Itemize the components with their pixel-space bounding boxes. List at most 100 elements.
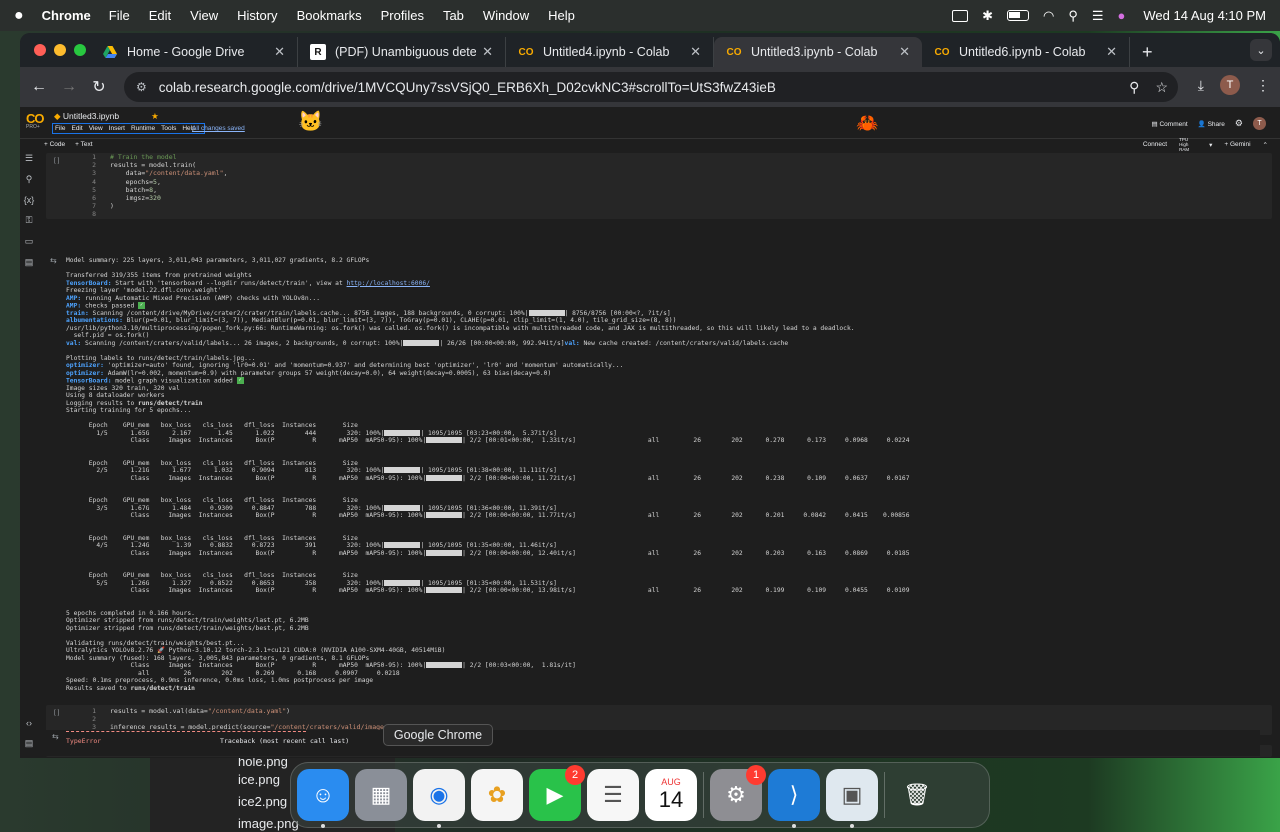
output-actions-icon[interactable]: ⇆: [52, 732, 59, 741]
menubar-item-profiles[interactable]: Profiles: [381, 8, 424, 23]
tensorboard-link[interactable]: http://localhost:6006/: [347, 280, 430, 287]
collapse-chevron-icon[interactable]: ⌃: [1263, 141, 1268, 149]
star-icon[interactable]: ★: [151, 111, 159, 121]
reminders-icon[interactable]: ☰: [587, 769, 639, 821]
url-text[interactable]: colab.research.google.com/drive/1MVCQUny…: [159, 80, 776, 95]
colab-avatar[interactable]: T: [1253, 117, 1266, 130]
code-line[interactable]: 7): [80, 202, 227, 210]
trash-icon[interactable]: 🗑: [891, 769, 943, 821]
settings-gear-icon[interactable]: ⚙: [1235, 118, 1243, 129]
search-icon[interactable]: ⚲: [26, 174, 33, 185]
connect-button[interactable]: Connect: [1143, 141, 1167, 148]
nb-menu-edit[interactable]: Edit: [71, 124, 82, 133]
close-tab-icon[interactable]: ✕: [482, 44, 493, 60]
close-tab-icon[interactable]: ✕: [1106, 44, 1117, 60]
system-settings-icon[interactable]: ⚙ 1: [710, 765, 766, 821]
close-tab-icon[interactable]: ✕: [274, 44, 285, 60]
chrome-icon[interactable]: ◉: [413, 769, 465, 828]
wifi-icon[interactable]: ◠: [1043, 8, 1054, 24]
nb-menu-file[interactable]: File: [55, 124, 65, 133]
menubar-clock[interactable]: Wed 14 Aug 4:10 PM: [1143, 8, 1266, 23]
chrome-menu-icon[interactable]: ⋮: [1256, 77, 1270, 94]
menubar-item-tab[interactable]: Tab: [443, 8, 464, 23]
battery-icon[interactable]: [1006, 10, 1029, 21]
comment-button[interactable]: ▤ Comment: [1152, 120, 1188, 128]
code-cell-train[interactable]: [ ] 1 # Train the model 2 results = model.t…: [46, 153, 1272, 219]
notebook-title[interactable]: ◆ Untitled3.ipynb ★: [54, 111, 159, 122]
display-icon[interactable]: [952, 9, 969, 22]
site-info-icon[interactable]: ⚙: [136, 80, 147, 94]
new-tab-button[interactable]: +: [1142, 37, 1153, 67]
menubar-item-file[interactable]: File: [109, 8, 130, 23]
apple-icon[interactable]: ●: [14, 7, 24, 25]
menubar-item-window[interactable]: Window: [483, 8, 529, 23]
share-button[interactable]: 👤 Share: [1198, 120, 1225, 128]
menubar-item-help[interactable]: Help: [548, 8, 575, 23]
runtime-dropdown-icon[interactable]: ▾: [1209, 141, 1212, 149]
close-tab-icon[interactable]: ✕: [899, 44, 910, 60]
menubar-item-history[interactable]: History: [237, 8, 277, 23]
tab-untitled4-colab[interactable]: CO Untitled4.ipynb - Colab ✕: [506, 37, 714, 67]
close-tab-icon[interactable]: ✕: [690, 44, 701, 60]
code-line[interactable]: 2: [80, 715, 439, 723]
files-folder-icon[interactable]: ▭: [25, 236, 34, 247]
tab-untitled6-colab[interactable]: CO Untitled6.ipynb - Colab ✕: [922, 37, 1130, 67]
back-button[interactable]: ←: [24, 78, 54, 96]
toc-icon[interactable]: ☰: [25, 153, 33, 164]
code-line[interactable]: 3 data="/content/data.yaml",: [80, 169, 227, 177]
bluetooth-icon[interactable]: ✱: [982, 8, 993, 24]
save-status-link[interactable]: All changes saved: [192, 125, 245, 132]
download-icon[interactable]: ⤓: [1198, 77, 1204, 94]
finder-icon[interactable]: ☺: [297, 769, 349, 828]
forward-button[interactable]: →: [54, 78, 84, 96]
colab-logo[interactable]: CO PRO+: [26, 111, 44, 130]
control-center-icon[interactable]: ☰: [1092, 8, 1104, 24]
command-palette-icon[interactable]: ▤: [25, 738, 34, 749]
profile-avatar[interactable]: T: [1220, 75, 1240, 95]
nb-menu-view[interactable]: View: [89, 124, 103, 133]
output-actions-icon[interactable]: ⇆: [50, 256, 57, 265]
code-line[interactable]: 5 batch=8,: [80, 186, 227, 194]
menubar-app-name[interactable]: Chrome: [42, 8, 91, 23]
photos-icon[interactable]: ✿: [471, 769, 523, 821]
code-line[interactable]: 6 imgsz=320: [80, 194, 227, 202]
code-snippets-icon[interactable]: ‹›: [26, 718, 32, 728]
close-window-button[interactable]: [34, 44, 46, 56]
tab-untitled3-colab[interactable]: CO Untitled3.ipynb - Colab ✕: [714, 37, 922, 67]
code-line[interactable]: 8: [80, 210, 227, 218]
notebook-name[interactable]: Untitled3.ipynb: [63, 111, 119, 121]
add-text-cell-button[interactable]: + Text: [75, 141, 92, 148]
spotlight-search-icon[interactable]: ⚲: [1068, 8, 1078, 24]
variables-icon[interactable]: {x}: [24, 195, 35, 205]
menubar-item-edit[interactable]: Edit: [149, 8, 171, 23]
vscode-icon[interactable]: ⟩: [768, 769, 820, 828]
add-code-cell-button[interactable]: + Code: [44, 141, 65, 148]
address-bar[interactable]: ⚙ colab.research.google.com/drive/1MVCQU…: [124, 72, 1178, 102]
minimize-window-button[interactable]: [54, 44, 66, 56]
tab-google-drive[interactable]: Home - Google Drive ✕: [90, 37, 298, 67]
zoom-icon[interactable]: ⚲: [1129, 79, 1139, 96]
nb-menu-insert[interactable]: Insert: [109, 124, 125, 133]
preview-icon[interactable]: ▣: [826, 769, 878, 828]
zoom-window-button[interactable]: [74, 44, 86, 56]
secrets-key-icon[interactable]: ⚿: [26, 215, 33, 226]
menubar-item-bookmarks[interactable]: Bookmarks: [297, 8, 362, 23]
code-line[interactable]: 1 # Train the model: [80, 153, 227, 161]
menubar-item-view[interactable]: View: [190, 8, 218, 23]
bookmark-star-icon[interactable]: ☆: [1155, 79, 1168, 96]
file-item[interactable]: image.png: [238, 816, 299, 831]
code-line[interactable]: 4 epochs=5,: [80, 178, 227, 186]
siri-icon[interactable]: ●: [1118, 8, 1126, 23]
code-line[interactable]: 2 results = model.train(: [80, 161, 227, 169]
calendar-icon[interactable]: AUG 14: [645, 769, 697, 821]
terminal-icon[interactable]: ▤: [25, 257, 34, 268]
run-cell-button[interactable]: [ ]: [54, 709, 59, 716]
reload-button[interactable]: ↻: [84, 77, 114, 97]
gemini-button[interactable]: + Gemini: [1224, 141, 1250, 148]
tab-search-button[interactable]: ⌄: [1250, 39, 1272, 61]
tab-researchgate-pdf[interactable]: R (PDF) Unambiguous detection ✕: [298, 37, 506, 67]
code-line[interactable]: 1 results = model.val(data="/content/data…: [80, 707, 439, 715]
code-editor[interactable]: 1 # Train the model 2 results = model.train…: [80, 153, 227, 219]
file-item[interactable]: ice.png: [238, 772, 280, 787]
nb-menu-runtime[interactable]: Runtime: [131, 124, 155, 133]
